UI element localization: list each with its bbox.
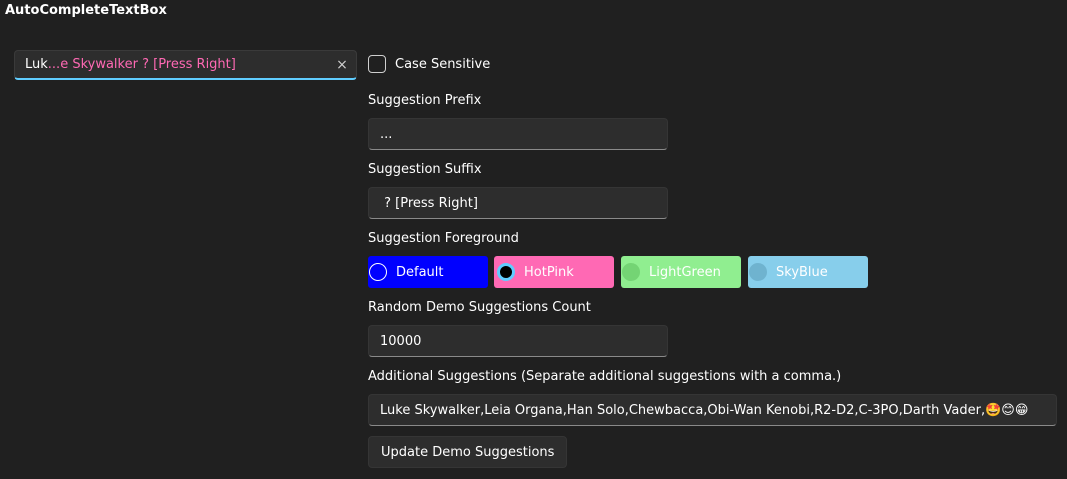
autocomplete-text[interactable]: Luk...e Skywalker ? [Press Right] [25,57,328,72]
radio-lightgreen-label: LightGreen [649,264,721,280]
suggestion-prefix-label: Suggestion Prefix [368,93,482,108]
typed-text: Luk [25,57,48,72]
radio-lightgreen[interactable]: LightGreen [621,256,741,288]
suggestion-suffix-label: Suggestion Suffix [368,162,482,177]
radio-skyblue-label: SkyBlue [776,264,828,280]
radio-skyblue[interactable]: SkyBlue [748,256,868,288]
checkbox-box[interactable] [368,55,386,73]
suggestion-foreground-label: Suggestion Foreground [368,231,519,246]
radio-hotpink-label: HotPink [524,264,574,280]
page-title: AutoCompleteTextBox [5,3,167,18]
case-sensitive-label: Case Sensitive [395,56,491,72]
suggestions-count-label: Random Demo Suggestions Count [368,300,591,315]
suggestion-prefix-input[interactable]: ... [368,118,668,150]
radio-default[interactable]: Default [368,256,488,288]
radio-hotpink[interactable]: HotPink [494,256,614,288]
radio-circle-icon [749,263,767,281]
radio-default-label: Default [396,264,444,280]
additional-suggestions-input[interactable]: Luke Skywalker,Leia Organa,Han Solo,Chew… [368,394,1057,426]
clear-icon[interactable]: × [328,51,356,79]
autocomplete-textbox[interactable]: Luk...e Skywalker ? [Press Right] × [14,50,357,80]
radio-circle-icon [369,263,387,281]
suggestions-count-input[interactable]: 10000 [368,325,668,357]
suggestion-text: ...e Skywalker ? [Press Right] [47,57,236,72]
suggestion-suffix-input[interactable]: ? [Press Right] [368,187,668,219]
additional-suggestions-label: Additional Suggestions (Separate additio… [368,369,842,384]
foreground-radio-group: Default HotPink LightGreen SkyBlue [368,256,868,288]
radio-selected-icon [497,263,515,281]
update-demo-suggestions-button[interactable]: Update Demo Suggestions [368,436,568,468]
app-page: AutoCompleteTextBox Luk...e Skywalker ? … [0,0,1067,479]
radio-circle-icon [622,263,640,281]
case-sensitive-checkbox[interactable]: Case Sensitive [368,55,490,73]
